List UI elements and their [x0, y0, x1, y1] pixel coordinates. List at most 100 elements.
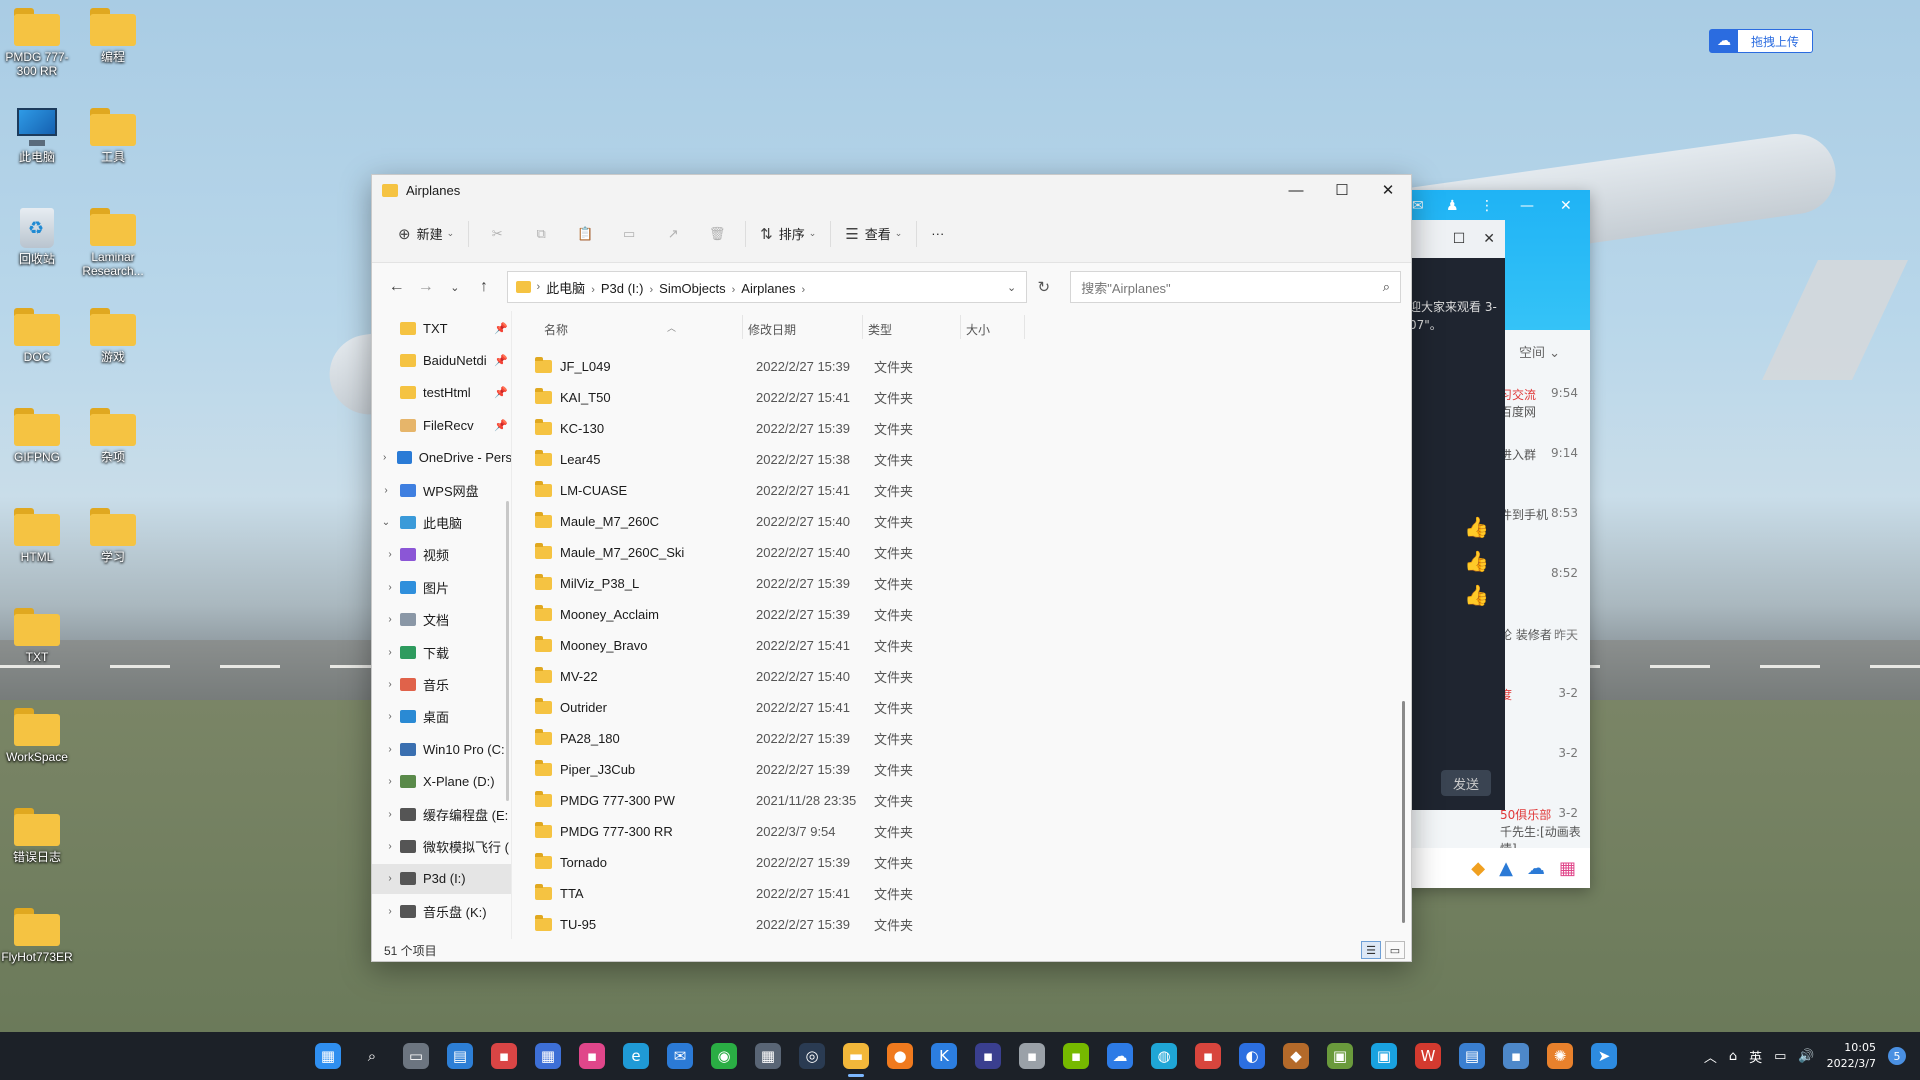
sort-button[interactable]: ⇅ 排序 ⌄	[752, 218, 824, 250]
expand-chevron-icon[interactable]: ›	[380, 582, 400, 593]
desktop-icon[interactable]: 此电脑	[0, 108, 74, 164]
taskbar-button[interactable]: ◐	[1230, 1032, 1274, 1080]
expand-chevron-icon[interactable]: ›	[380, 711, 400, 722]
file-row[interactable]: KC-130 2022/2/27 15:39 文件夹	[512, 413, 1411, 444]
taskbar-button[interactable]: ▪	[1010, 1032, 1054, 1080]
expand-chevron-icon[interactable]: ›	[380, 647, 400, 658]
file-row[interactable]: MilViz_P38_L 2022/2/27 15:39 文件夹	[512, 568, 1411, 599]
taskbar-button[interactable]: ▪	[1054, 1032, 1098, 1080]
taskbar-button[interactable]: ➤	[1582, 1032, 1626, 1080]
expand-chevron-icon[interactable]: ›	[372, 485, 400, 496]
cut-button[interactable]: ✂	[475, 218, 519, 250]
sidebar-item[interactable]: › 微软模拟飞行 (	[372, 831, 511, 861]
taskbar-button[interactable]: W	[1406, 1032, 1450, 1080]
file-row[interactable]: Mooney_Bravo 2022/2/27 15:41 文件夹	[512, 630, 1411, 661]
file-row[interactable]: TTA 2022/2/27 15:41 文件夹	[512, 878, 1411, 909]
file-row[interactable]: KAI_T50 2022/2/27 15:41 文件夹	[512, 382, 1411, 413]
bell-icon[interactable]: ♟	[1446, 198, 1459, 214]
taskbar-button[interactable]: e	[614, 1032, 658, 1080]
desktop-icon[interactable]: 编程	[76, 8, 150, 64]
sidebar-item[interactable]: › WPS网盘	[372, 475, 511, 505]
recent-dropdown[interactable]: ⌄	[440, 281, 469, 294]
paste-button[interactable]: 📋	[563, 218, 607, 250]
volume-icon[interactable]: 🔊	[1798, 1049, 1814, 1064]
sidebar-item[interactable]: BaiduNetdi 📌	[372, 345, 511, 375]
live-chat-window[interactable]: ☐ ✕ 迎大家来观看 3-07"。 👍 👍 👍 发送	[1405, 220, 1505, 810]
taskbar-button[interactable]: ✺	[1538, 1032, 1582, 1080]
sidebar-item[interactable]: › 下载	[372, 637, 511, 667]
column-name[interactable]: 名称	[544, 321, 568, 338]
file-row[interactable]: Outrider 2022/2/27 15:41 文件夹	[512, 692, 1411, 723]
network-icon[interactable]: ⌂	[1729, 1049, 1737, 1064]
close-button[interactable]: ✕	[1365, 175, 1411, 205]
expand-chevron-icon[interactable]: ›	[380, 744, 400, 755]
expand-chevron-icon[interactable]: ›	[380, 841, 400, 852]
baidu-upload-button[interactable]: ☁ 拖拽上传	[1709, 29, 1813, 53]
taskbar-button[interactable]: ◆	[1274, 1032, 1318, 1080]
chevron-right-icon[interactable]: ›	[591, 284, 595, 296]
desktop-icon[interactable]: 学习	[76, 508, 150, 564]
taskbar-button[interactable]: ▬	[834, 1032, 878, 1080]
desktop-icon[interactable]: TXT	[0, 608, 74, 664]
taskbar-button[interactable]: ▪	[1186, 1032, 1230, 1080]
details-view-button[interactable]: ☰	[1361, 941, 1381, 959]
file-row[interactable]: JF_L049 2022/2/27 15:39 文件夹	[512, 351, 1411, 382]
chevron-up-icon[interactable]: ︿	[1704, 1047, 1717, 1066]
refresh-button[interactable]: ↻	[1027, 278, 1060, 296]
sidebar-item[interactable]: testHtml 📌	[372, 378, 511, 408]
sidebar-item[interactable]: › 桌面	[372, 702, 511, 732]
mail-icon[interactable]: ✉	[1412, 198, 1424, 214]
search-box[interactable]: 搜索"Airplanes" ⌕	[1070, 271, 1401, 303]
desktop-icon[interactable]: FlyHot773ER	[0, 908, 74, 964]
vertical-scrollbar[interactable]	[1402, 701, 1405, 923]
back-button[interactable]: ←	[382, 278, 411, 296]
share-button[interactable]: ↗	[651, 218, 695, 250]
sidebar-item[interactable]: › P3d (I:)	[372, 863, 511, 894]
desktop-icon[interactable]: 杂项	[76, 408, 150, 464]
expand-chevron-icon[interactable]: ›	[380, 906, 400, 917]
up-button[interactable]: ↑	[469, 278, 498, 296]
expand-chevron-icon[interactable]: ›	[380, 679, 400, 690]
more-button[interactable]: ···	[923, 218, 952, 250]
sidebar-item[interactable]: ⌄ 此电脑	[372, 507, 511, 537]
file-row[interactable]: Maule_M7_260C_Ski 2022/2/27 15:40 文件夹	[512, 537, 1411, 568]
breadcrumb-item[interactable]: 此电脑	[546, 281, 585, 296]
expand-chevron-icon[interactable]: ›	[380, 776, 400, 787]
expand-chevron-icon[interactable]: ⌄	[372, 517, 400, 528]
search-input[interactable]: 搜索"Airplanes"	[1081, 278, 1170, 297]
taskbar-button[interactable]: ▦	[746, 1032, 790, 1080]
taskbar-button[interactable]: ⌕	[350, 1032, 394, 1080]
expand-chevron-icon[interactable]: ›	[380, 873, 400, 884]
chat-list-item[interactable]: 件到手机 8:53	[1500, 506, 1590, 523]
taskbar-button[interactable]: ▪	[966, 1032, 1010, 1080]
breadcrumb-item[interactable]: Airplanes	[741, 281, 795, 296]
ime-indicator[interactable]: 英	[1749, 1047, 1762, 1066]
new-button[interactable]: ⊕ 新建 ⌄	[390, 218, 462, 250]
chevron-down-icon[interactable]: ⌄	[1007, 281, 1016, 294]
taskbar-button[interactable]: ▣	[1318, 1032, 1362, 1080]
file-row[interactable]: Lear45 2022/2/27 15:38 文件夹	[512, 444, 1411, 475]
sidebar-item[interactable]: › 视频	[372, 540, 511, 570]
column-modified[interactable]: 修改日期	[748, 321, 796, 338]
file-row[interactable]: Maule_M7_260C 2022/2/27 15:40 文件夹	[512, 506, 1411, 537]
taskbar-button[interactable]: ▪	[482, 1032, 526, 1080]
chat-list-item[interactable]: 度 3-2	[1500, 686, 1590, 703]
file-row[interactable]: PA28_180 2022/2/27 15:39 文件夹	[512, 723, 1411, 754]
copy-button[interactable]: ⧉	[519, 218, 563, 250]
rename-button[interactable]: ▭	[607, 218, 651, 250]
taskbar-button[interactable]: ▪	[570, 1032, 614, 1080]
sidebar-item[interactable]: TXT 📌	[372, 313, 511, 343]
gift-icon[interactable]: ◆	[1471, 858, 1485, 879]
maximize-button[interactable]: ☐	[1319, 175, 1365, 205]
desktop-icon[interactable]: 工具	[76, 108, 150, 164]
taskbar-button[interactable]: ☁	[1098, 1032, 1142, 1080]
menu-icon[interactable]: ⋮	[1480, 198, 1494, 214]
desktop-icon[interactable]: GIFPNG	[0, 408, 74, 464]
cloud-icon[interactable]: ☁	[1527, 858, 1545, 879]
minimize-icon[interactable]: —	[1520, 198, 1534, 214]
sidebar-item[interactable]: › 音乐盘 (K:)	[372, 896, 511, 926]
taskbar-button[interactable]: ◎	[790, 1032, 834, 1080]
taskbar-button[interactable]: ▦	[306, 1032, 350, 1080]
maximize-icon[interactable]: ☐	[1453, 231, 1466, 247]
sidebar-item[interactable]: › 缓存编程盘 (E:	[372, 799, 511, 829]
